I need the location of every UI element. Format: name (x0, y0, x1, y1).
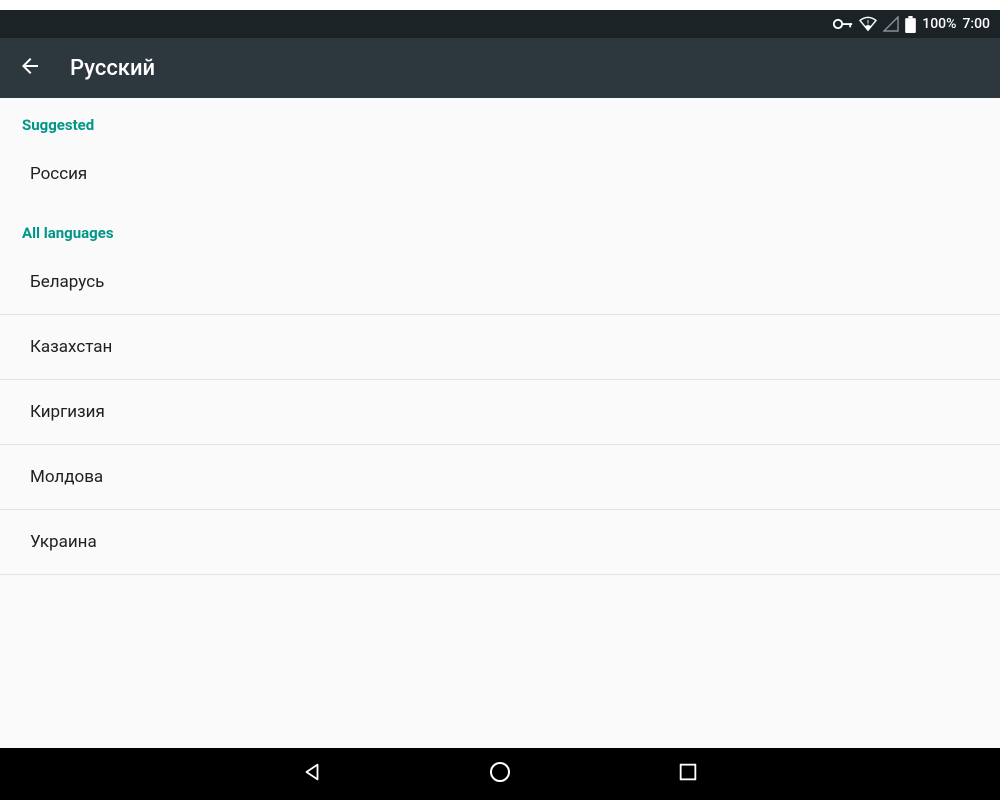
vpn-key-icon (833, 18, 853, 30)
nav-back-button[interactable] (298, 760, 326, 788)
list-item[interactable]: Казахстан (0, 315, 1000, 379)
navigation-bar (0, 748, 1000, 800)
battery-percent: 100% (922, 16, 956, 32)
circle-home-icon (488, 760, 512, 788)
list-item[interactable]: Молдова (0, 445, 1000, 509)
nav-home-button[interactable] (486, 760, 514, 788)
square-recent-icon (677, 761, 699, 787)
back-button[interactable] (18, 56, 42, 80)
list-item[interactable]: Украина (0, 510, 1000, 574)
wifi-icon: ! (859, 16, 877, 32)
battery-icon (905, 16, 916, 33)
cell-signal-icon (883, 16, 899, 32)
content-scroll[interactable]: Suggested Россия All languages Беларусь … (0, 98, 1000, 748)
list-item[interactable]: Россия (0, 142, 1000, 206)
status-bar: ! 100% 7:00 (0, 10, 1000, 38)
page-title: Русский (70, 56, 155, 81)
divider (0, 574, 1000, 575)
app-bar: Русский (0, 38, 1000, 98)
triangle-back-icon (301, 761, 323, 787)
list-item[interactable]: Беларусь (0, 250, 1000, 314)
list-item[interactable]: Киргизия (0, 380, 1000, 444)
arrow-back-icon (18, 54, 42, 82)
section-header-suggested: Suggested (0, 98, 1000, 142)
device-frame: ! 100% 7:00 Русский Suggested (0, 10, 1000, 800)
status-clock: 7:00 (962, 16, 990, 32)
section-header-all: All languages (0, 206, 1000, 250)
nav-recent-button[interactable] (674, 760, 702, 788)
